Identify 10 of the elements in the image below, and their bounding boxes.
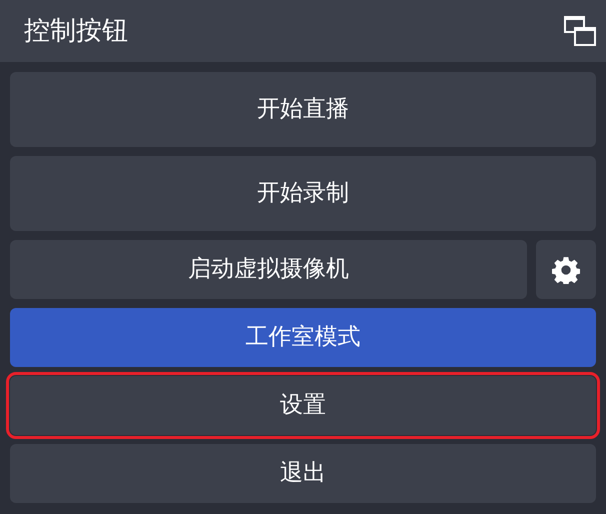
control-button[interactable]: 开始录制 xyxy=(10,156,596,231)
dock-title: 控制按钮 xyxy=(24,14,128,48)
control-button[interactable]: 工作室模式 xyxy=(10,308,596,367)
control-button[interactable]: 启动虚拟摄像机 xyxy=(10,240,527,299)
control-button[interactable]: 开始直播 xyxy=(10,72,596,147)
settings-button[interactable] xyxy=(536,240,596,299)
settings-icon xyxy=(552,256,580,284)
control-button[interactable]: 设置 xyxy=(10,376,596,435)
undock-icon[interactable] xyxy=(564,16,596,46)
control-button[interactable]: 退出 xyxy=(10,444,596,503)
